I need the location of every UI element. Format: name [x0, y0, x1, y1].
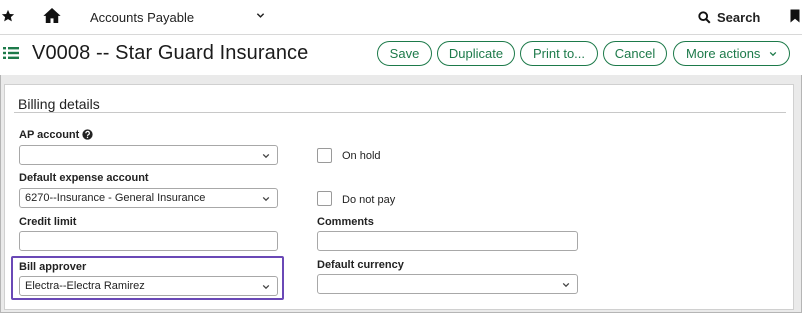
- module-selector[interactable]: Accounts Payable: [90, 10, 194, 25]
- chevron-down-icon: [769, 51, 777, 57]
- top-bar: Accounts Payable Search: [0, 0, 802, 35]
- save-button[interactable]: Save: [377, 41, 432, 66]
- home-icon[interactable]: [43, 7, 61, 24]
- default-currency-select[interactable]: [317, 274, 578, 294]
- on-hold-label: On hold: [342, 150, 381, 162]
- section-title: Billing details: [18, 96, 100, 112]
- bookmark-icon[interactable]: [790, 9, 800, 23]
- default-expense-select[interactable]: 6270--Insurance - General Insurance: [19, 188, 278, 208]
- comments-input[interactable]: [317, 231, 578, 251]
- page-title: V0008 -- Star Guard Insurance: [32, 42, 309, 64]
- default-expense-value: 6270--Insurance - General Insurance: [25, 192, 206, 204]
- star-icon[interactable]: [1, 9, 15, 23]
- chevron-down-icon: [262, 153, 270, 159]
- credit-limit-label: Credit limit: [19, 216, 77, 228]
- chevron-down-icon[interactable]: [256, 11, 265, 20]
- credit-limit-input[interactable]: [19, 231, 278, 251]
- ap-account-select[interactable]: [19, 145, 278, 165]
- section-divider: [14, 112, 786, 113]
- search-icon: [698, 10, 711, 24]
- on-hold-checkbox[interactable]: [317, 148, 332, 163]
- help-icon[interactable]: [82, 129, 93, 140]
- cancel-button[interactable]: Cancel: [603, 41, 667, 66]
- do-not-pay-label: Do not pay: [342, 194, 396, 206]
- print-to-button[interactable]: Print to...: [520, 41, 598, 66]
- chevron-down-icon: [262, 196, 270, 202]
- bill-approver-highlight: [11, 256, 284, 300]
- search-button[interactable]: Search: [698, 9, 760, 25]
- comments-label: Comments: [317, 216, 374, 228]
- default-currency-label: Default currency: [317, 259, 404, 271]
- more-actions-label: More actions: [686, 46, 761, 61]
- list-icon[interactable]: [3, 46, 19, 60]
- do-not-pay-checkbox[interactable]: [317, 191, 332, 206]
- more-actions-button[interactable]: More actions: [673, 41, 790, 66]
- default-expense-label: Default expense account: [19, 172, 149, 184]
- ap-account-label: AP account: [19, 129, 80, 141]
- duplicate-button[interactable]: Duplicate: [437, 41, 515, 66]
- chevron-down-icon: [562, 282, 570, 288]
- title-bar: V0008 -- Star Guard Insurance Save Dupli…: [0, 35, 802, 75]
- search-label: Search: [717, 9, 761, 25]
